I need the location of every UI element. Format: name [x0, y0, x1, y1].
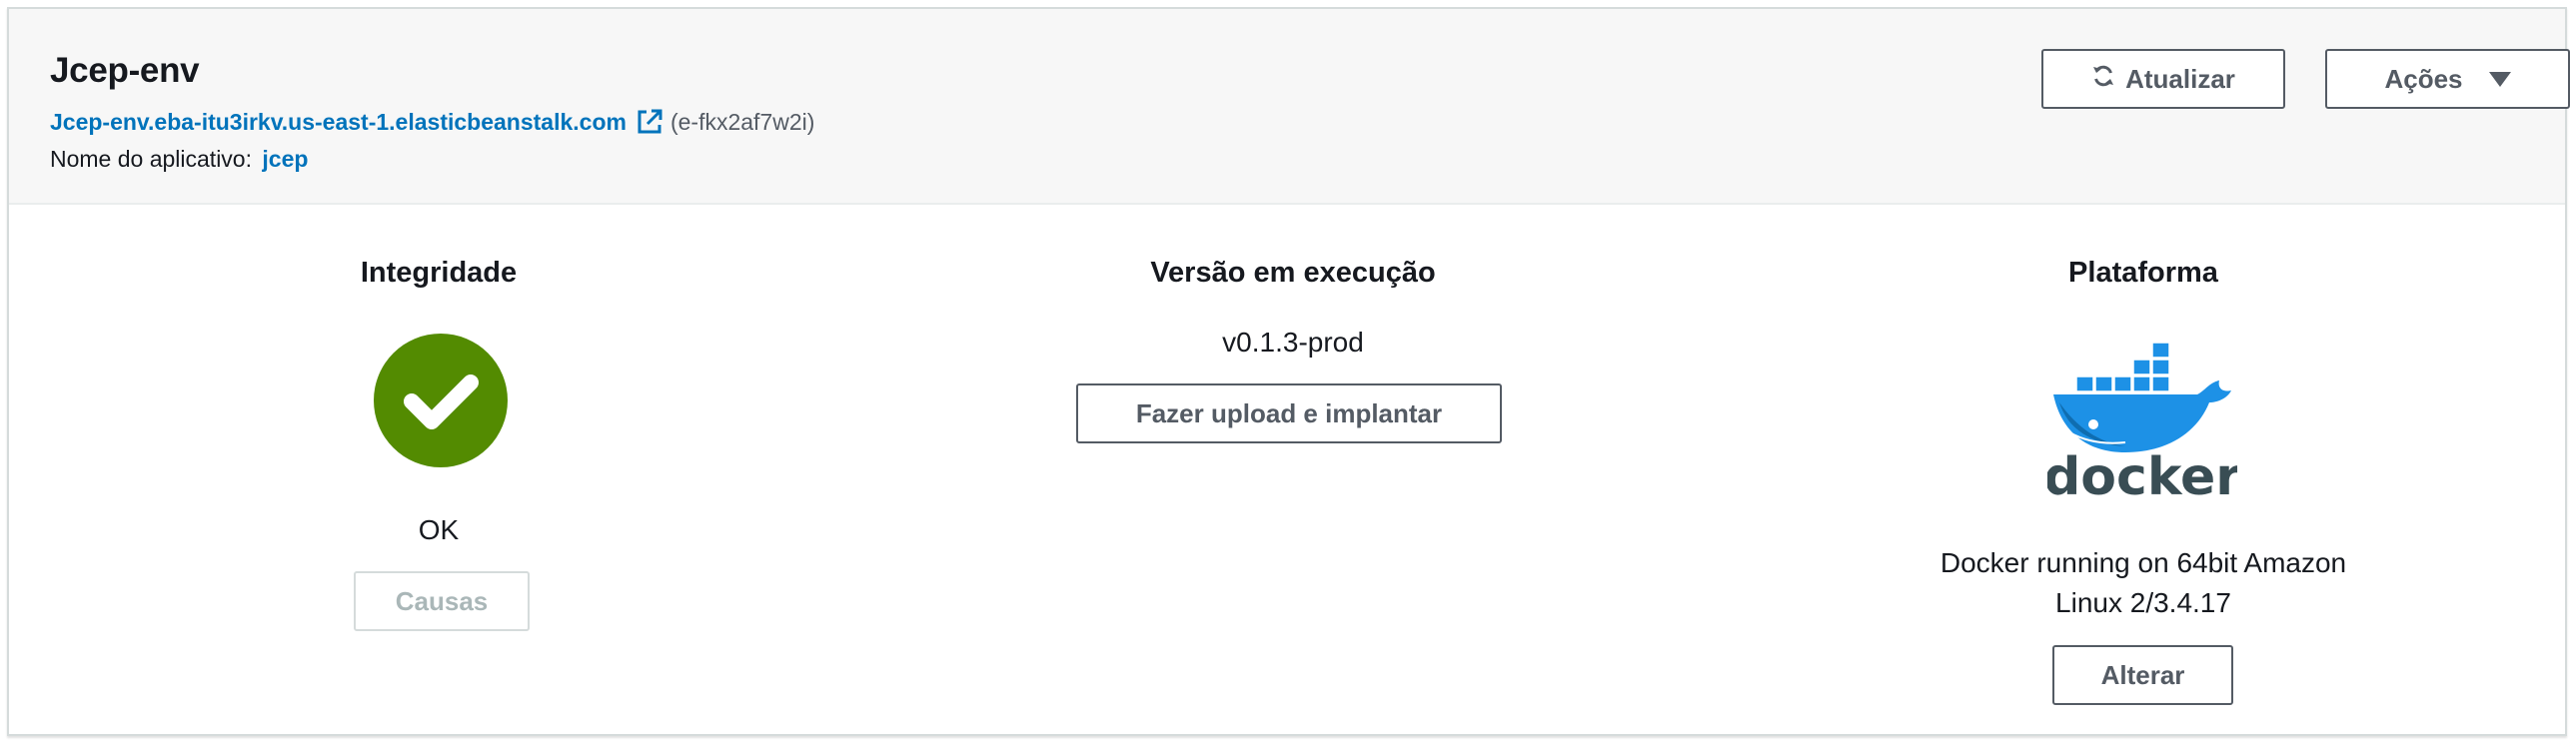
environment-name: Jcep-env [50, 51, 200, 90]
upload-and-deploy-button[interactable]: Fazer upload e implantar [1076, 383, 1502, 443]
refresh-button[interactable]: Atualizar [2041, 49, 2285, 109]
actions-dropdown-button[interactable]: Ações [2325, 49, 2570, 109]
health-title: Integridade [360, 257, 518, 289]
docker-logo-text: docker [2047, 447, 2237, 502]
caret-down-icon [2488, 71, 2511, 87]
causes-button[interactable]: Causas [354, 571, 530, 631]
platform-title: Plataforma [2068, 257, 2218, 289]
application-name-row: Nome do aplicativo: jcep [50, 146, 308, 173]
platform-description: Docker running on 64bit Amazon Linux 2/3… [1939, 547, 2347, 618]
environment-url-row: Jcep-env.eba-itu3irkv.us-east-1.elasticb… [50, 107, 814, 137]
environment-header: Jcep-env Jcep-env.eba-itu3irkv.us-east-1… [9, 9, 2570, 205]
environment-overview-panel: Jcep-env Jcep-env.eba-itu3irkv.us-east-1… [7, 7, 2570, 736]
environment-url-link[interactable]: Jcep-env.eba-itu3irkv.us-east-1.elasticb… [50, 109, 627, 136]
running-version-title: Versão em execução [1150, 257, 1436, 289]
health-status: OK [418, 514, 460, 545]
health-section: Integridade OK Causas [9, 205, 868, 734]
actions-button-label: Ações [2384, 63, 2463, 94]
external-link-icon[interactable] [635, 107, 664, 137]
change-platform-button[interactable]: Alterar [2052, 645, 2233, 705]
running-version-value: v0.1.3-prod [1222, 327, 1364, 358]
environment-id: (e-fkx2af7w2i) [669, 108, 815, 135]
refresh-icon [2091, 64, 2115, 95]
platform-section: Plataforma docker Docker running on 64bi… [1718, 205, 2569, 734]
application-name-label: Nome do aplicativo: [50, 146, 252, 172]
application-name-link[interactable]: jcep [262, 146, 308, 172]
refresh-button-label: Atualizar [2125, 63, 2235, 94]
health-ok-icon [374, 334, 508, 467]
docker-logo: docker [2043, 333, 2241, 507]
running-version-section: Versão em execução v0.1.3-prod Fazer upl… [868, 205, 1718, 734]
